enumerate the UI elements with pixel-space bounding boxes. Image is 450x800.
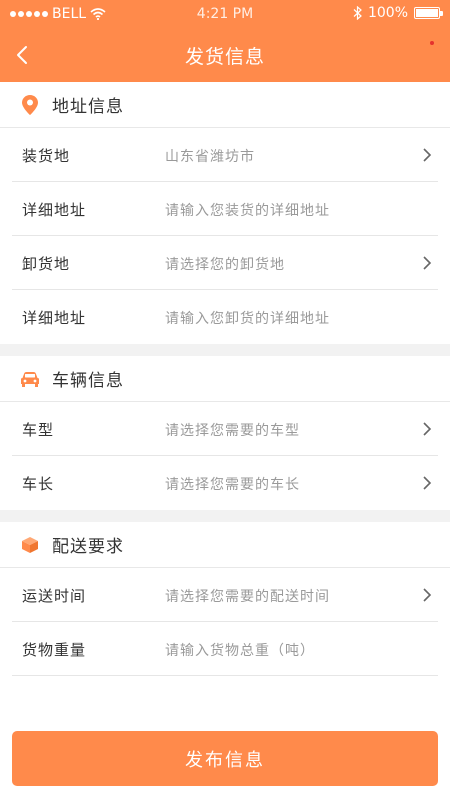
field-input-placeholder: 请输入货物总重（吨）: [165, 643, 315, 659]
field-label: 运送时间: [22, 587, 87, 605]
field-label: 货物重量: [22, 641, 87, 659]
chevron-right-icon: [423, 256, 432, 270]
status-bar: BELL 4:21 PM 100%: [0, 0, 450, 28]
section-title: 地址信息: [52, 97, 124, 117]
field-input-placeholder: 请输入您卸货的详细地址: [165, 311, 330, 327]
field-unloading-address[interactable]: 详细地址 请输入您卸货的详细地址: [12, 290, 438, 344]
battery-percent: 100%: [367, 5, 408, 21]
car-icon: [20, 369, 40, 389]
field-input-placeholder: 请输入您装货的详细地址: [165, 203, 330, 219]
field-label: 装货地: [22, 147, 71, 165]
section-header-vehicle: 车辆信息: [0, 356, 450, 402]
field-label: 车长: [22, 475, 55, 493]
field-label: 车型: [22, 421, 55, 439]
location-pin-icon: [20, 94, 40, 115]
publish-button[interactable]: 发布信息: [12, 731, 438, 786]
status-right: 100%: [353, 5, 443, 21]
notification-dot: [430, 41, 434, 45]
section-header-address: 地址信息: [0, 82, 450, 128]
field-value: 请选择您的卸货地: [165, 257, 285, 273]
field-cargo-weight[interactable]: 货物重量 请输入货物总重（吨）: [12, 622, 438, 676]
field-value: 请选择您需要的配送时间: [165, 589, 330, 605]
field-label: 卸货地: [22, 255, 71, 273]
field-value: 山东省潍坊市: [165, 149, 255, 165]
chevron-right-icon: [423, 476, 432, 490]
section-divider: [0, 344, 450, 356]
chevron-right-icon: [423, 422, 432, 436]
app-header: BELL 4:21 PM 100% 发货信息: [0, 0, 450, 82]
section-header-delivery: 配送要求: [0, 522, 450, 568]
field-value: 请选择您需要的车长: [165, 477, 300, 493]
field-delivery-time[interactable]: 运送时间 请选择您需要的配送时间: [12, 568, 438, 622]
field-label: 详细地址: [22, 309, 87, 327]
field-loading-address[interactable]: 详细地址 请输入您装货的详细地址: [12, 182, 438, 236]
form-content: 地址信息 装货地 山东省潍坊市 详细地址 请输入您装货的详细地址 卸货地 请选择…: [0, 82, 450, 676]
section-title: 配送要求: [52, 537, 124, 557]
chevron-right-icon: [423, 588, 432, 602]
field-unloading-location[interactable]: 卸货地 请选择您的卸货地: [12, 236, 438, 290]
field-vehicle-type[interactable]: 车型 请选择您需要的车型: [12, 402, 438, 456]
page-title: 发货信息: [184, 46, 265, 68]
field-value: 请选择您需要的车型: [165, 423, 300, 439]
field-label: 详细地址: [22, 201, 87, 219]
battery-icon: [414, 7, 443, 19]
section-divider: [0, 510, 450, 522]
field-vehicle-length[interactable]: 车长 请选择您需要的车长: [12, 456, 438, 510]
package-box-icon: [20, 535, 40, 555]
field-loading-location[interactable]: 装货地 山东省潍坊市: [12, 128, 438, 182]
chevron-right-icon: [423, 148, 432, 162]
section-title: 车辆信息: [52, 371, 124, 391]
bluetooth-icon: [353, 6, 362, 20]
